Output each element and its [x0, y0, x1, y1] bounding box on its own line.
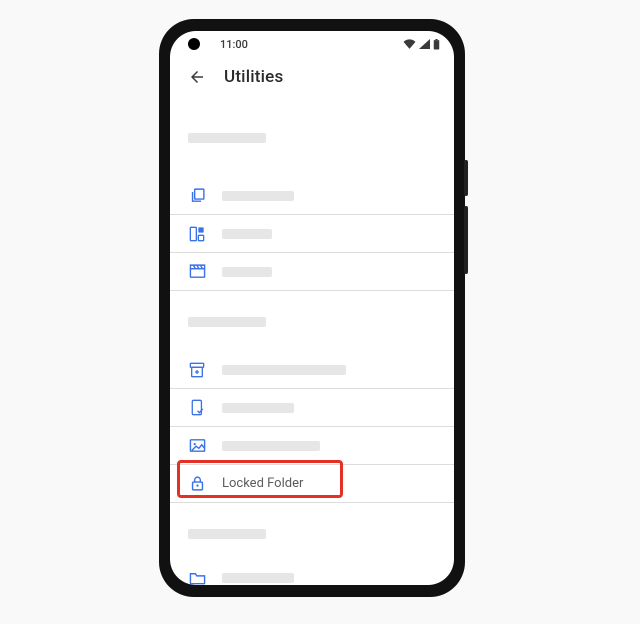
app-header: Utilities: [170, 57, 454, 95]
placeholder-bar: [222, 403, 294, 413]
list-item[interactable]: [170, 427, 454, 465]
placeholder-bar: [188, 529, 266, 539]
archive-add-icon: [188, 361, 206, 379]
placeholder-bar: [188, 317, 266, 327]
list-item[interactable]: [170, 215, 454, 253]
placeholder-bar: [222, 191, 294, 201]
list-item[interactable]: [170, 351, 454, 389]
status-bar: 11:00: [170, 31, 454, 57]
list-item[interactable]: [170, 389, 454, 427]
section-header: [170, 121, 454, 155]
battery-icon: [433, 39, 440, 50]
placeholder-bar: [222, 229, 272, 239]
utilities-list: Locked Folder: [170, 95, 454, 585]
collage-icon: [188, 225, 206, 243]
phone-frame: 11:00 Utilities: [160, 20, 464, 596]
status-clock: 11:00: [220, 38, 248, 51]
copy-stack-icon: [188, 187, 206, 205]
cell-signal-icon: [419, 39, 430, 49]
section-header: [170, 305, 454, 339]
locked-folder-label: Locked Folder: [222, 476, 303, 491]
phone-check-icon: [188, 399, 206, 417]
phone-screen: 11:00 Utilities: [170, 31, 454, 585]
page-title: Utilities: [224, 67, 283, 87]
wifi-icon: [403, 39, 416, 49]
phone-side-button: [464, 206, 468, 274]
placeholder-bar: [222, 365, 346, 375]
locked-folder-row[interactable]: Locked Folder: [170, 465, 454, 503]
back-button[interactable]: [188, 68, 206, 86]
list-item[interactable]: [170, 177, 454, 215]
placeholder-bar: [222, 573, 294, 583]
folder-icon: [188, 569, 206, 585]
lock-icon: [188, 475, 206, 493]
placeholder-bar: [188, 133, 266, 143]
list-item[interactable]: [170, 559, 454, 585]
list-item[interactable]: [170, 253, 454, 291]
placeholder-bar: [222, 267, 272, 277]
section-header: [170, 517, 454, 551]
phone-side-button: [464, 160, 468, 196]
image-icon: [188, 437, 206, 455]
arrow-left-icon: [188, 68, 206, 86]
film-clapper-icon: [188, 263, 206, 281]
camera-hole-icon: [188, 38, 200, 50]
placeholder-bar: [222, 441, 320, 451]
